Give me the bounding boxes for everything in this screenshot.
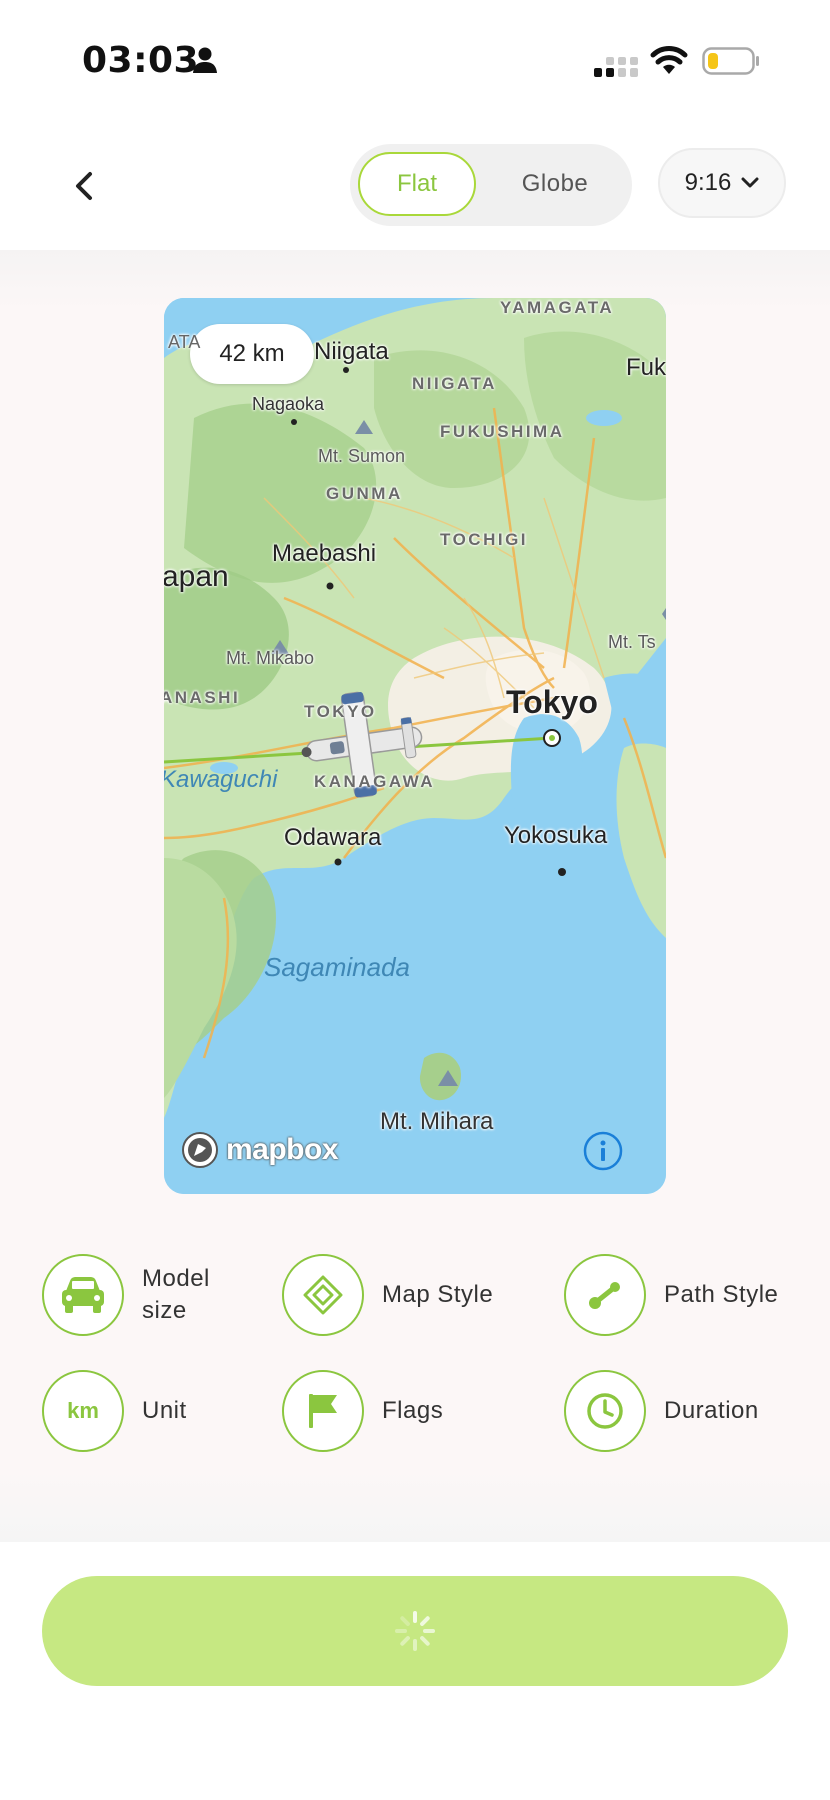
option-label: Path Style (664, 1281, 779, 1308)
header: Flat Globe 9:16 (0, 120, 830, 250)
chevron-down-icon (741, 177, 759, 188)
battery-icon (702, 47, 759, 75)
layers-icon (303, 1275, 343, 1315)
option-flags[interactable]: Flags (282, 1370, 443, 1452)
option-icon-circle (564, 1254, 646, 1336)
status-bar: 03:03 (0, 0, 830, 120)
option-icon-circle (42, 1254, 124, 1336)
km-icon: km (67, 1398, 99, 1423)
car-icon (62, 1277, 104, 1313)
option-model-size[interactable]: Model size (42, 1254, 232, 1336)
info-icon[interactable] (582, 1130, 624, 1172)
map-label: Fuk (626, 354, 666, 381)
toggle-globe[interactable]: Globe (490, 152, 620, 216)
map-label: KANAGAWA (314, 772, 436, 791)
spinner-icon (395, 1611, 435, 1651)
mapbox-logo-icon (182, 1132, 218, 1168)
option-path-style[interactable]: Path Style (564, 1254, 778, 1336)
option-label: Model size (142, 1265, 210, 1324)
option-icon-circle (282, 1254, 364, 1336)
map-background (164, 298, 666, 1194)
option-label: Duration (664, 1397, 759, 1424)
map-label: TOCHIGI (440, 530, 529, 549)
option-icon-circle (564, 1370, 646, 1452)
map-label: YAMAGATA (500, 298, 615, 317)
flag-icon (309, 1394, 337, 1428)
option-icon-circle (282, 1370, 364, 1452)
map-label: Odawara (284, 824, 382, 851)
map-label: Nagaoka (252, 394, 325, 414)
map-label: TOKYO (304, 702, 377, 721)
map-label: NIIGATA (412, 374, 497, 393)
map-label: Niigata (314, 338, 389, 365)
map-preview[interactable]: 42 km YAMAGATA ATA Niigata Fuk Nagaoka N… (164, 298, 666, 1194)
map-label-tokyo: Tokyo (506, 684, 598, 720)
clock-icon (587, 1393, 623, 1429)
distance-badge: 42 km (190, 324, 314, 384)
map-label: apan (164, 560, 229, 593)
map-label: Yokosuka (504, 822, 608, 849)
map-label: GUNMA (326, 484, 403, 503)
aspect-ratio-value: 9:16 (684, 169, 732, 196)
map-label: FUKUSHIMA (440, 422, 565, 441)
map-label: Mt. Mihara (380, 1108, 494, 1135)
map-label: ATA (168, 332, 201, 352)
person-icon (193, 47, 217, 73)
option-label: Unit (142, 1397, 187, 1424)
option-label: Flags (382, 1397, 444, 1424)
back-button[interactable] (56, 158, 112, 214)
path-icon (589, 1282, 620, 1309)
option-label: Map Style (382, 1281, 494, 1308)
export-button[interactable] (42, 1576, 788, 1686)
view-toggle: Flat Globe (350, 144, 632, 226)
aspect-ratio-dropdown[interactable]: 9:16 (658, 148, 786, 218)
wifi-icon (650, 46, 688, 74)
toggle-flat[interactable]: Flat (358, 152, 476, 216)
status-time: 03:03 (82, 40, 200, 81)
map-label: Mt. Ts (608, 632, 656, 652)
signal-icon (594, 57, 638, 77)
mapbox-attribution[interactable]: mapbox (180, 1130, 339, 1170)
chevron-left-icon (76, 172, 92, 200)
map-label: Sagaminada (264, 952, 410, 982)
option-duration[interactable]: Duration (564, 1370, 759, 1452)
map-label: Mt. Mikabo (226, 648, 315, 668)
option-map-style[interactable]: Map Style (282, 1254, 493, 1336)
map-label: ANASHI (164, 688, 241, 707)
map-label: Mt. Sumon (318, 446, 406, 466)
option-unit[interactable]: km Unit (42, 1370, 187, 1452)
map-label: Kawaguchi (164, 766, 278, 793)
mapbox-wordmark: mapbox (226, 1133, 339, 1166)
map-label: Maebashi (272, 540, 377, 567)
option-icon-circle: km (42, 1370, 124, 1452)
